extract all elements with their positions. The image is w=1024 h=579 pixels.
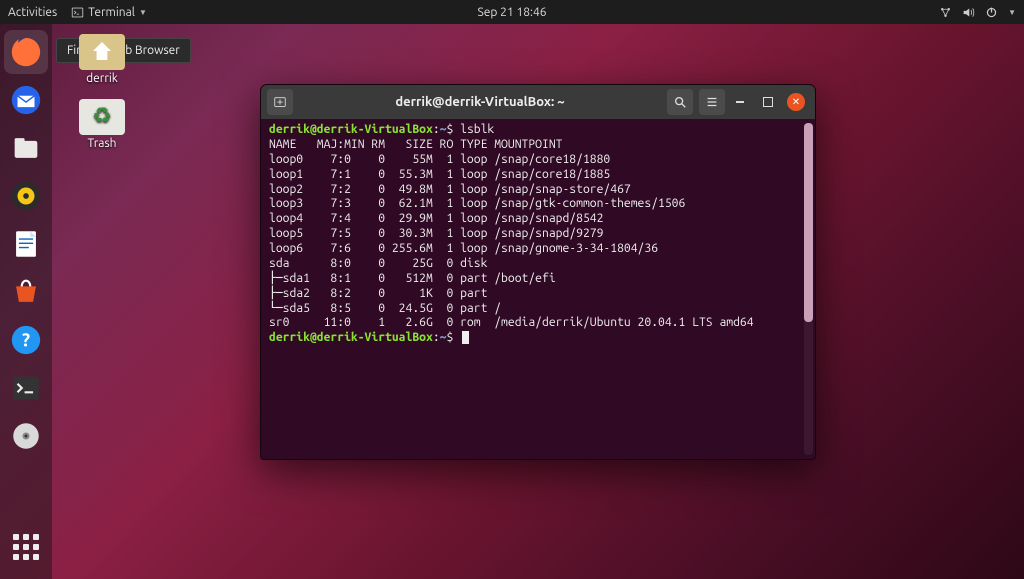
prompt-user: derrik@derrik-VirtualBox bbox=[269, 123, 433, 136]
prompt-sep: : bbox=[433, 123, 440, 136]
dock: ? bbox=[0, 24, 52, 579]
prompt-sep: : bbox=[433, 331, 440, 344]
scrollbar[interactable] bbox=[804, 123, 813, 455]
libreoffice-writer-icon bbox=[9, 227, 43, 261]
clock[interactable]: Sep 21 18:46 bbox=[478, 6, 547, 19]
cursor bbox=[462, 331, 469, 344]
scrollbar-thumb[interactable] bbox=[804, 123, 813, 322]
folder-home-icon bbox=[79, 34, 125, 70]
prompt-end: $ bbox=[446, 123, 453, 136]
disc-icon bbox=[9, 419, 43, 453]
dock-files[interactable] bbox=[4, 126, 48, 170]
dock-disc[interactable] bbox=[4, 414, 48, 458]
menu-button[interactable] bbox=[699, 89, 725, 115]
network-icon bbox=[939, 6, 952, 19]
power-icon bbox=[985, 6, 998, 19]
app-menu-label: Terminal bbox=[88, 6, 135, 19]
dock-writer[interactable] bbox=[4, 222, 48, 266]
top-bar: Activities Terminal ▼ Sep 21 18:46 ▼ bbox=[0, 0, 1024, 24]
terminal-body[interactable]: derrik@derrik-VirtualBox:~$ lsblk NAME M… bbox=[261, 119, 815, 459]
desktop-icons: derrik Trash bbox=[70, 34, 134, 150]
volume-icon bbox=[962, 6, 975, 19]
dock-rhythmbox[interactable] bbox=[4, 174, 48, 218]
ubuntu-software-icon bbox=[9, 275, 43, 309]
terminal-icon bbox=[9, 371, 43, 405]
desktop-trash[interactable]: Trash bbox=[70, 99, 134, 150]
lsblk-rows: loop0 7:0 0 55M 1 loop /snap/core18/1880… bbox=[269, 153, 754, 330]
rhythmbox-icon bbox=[9, 179, 43, 213]
svg-text:?: ? bbox=[22, 330, 30, 350]
dock-help[interactable]: ? bbox=[4, 318, 48, 362]
show-applications[interactable] bbox=[4, 525, 48, 569]
lsblk-header: NAME MAJ:MIN RM SIZE RO TYPE MOUNTPOINT bbox=[269, 138, 562, 151]
system-tray[interactable]: ▼ bbox=[939, 6, 1016, 19]
trash-icon bbox=[79, 99, 125, 135]
search-icon bbox=[673, 95, 687, 109]
prompt-end: $ bbox=[446, 331, 453, 344]
maximize-button[interactable] bbox=[759, 93, 777, 111]
new-tab-icon bbox=[273, 95, 287, 109]
new-tab-button[interactable] bbox=[267, 89, 293, 115]
thunderbird-icon bbox=[9, 83, 43, 117]
help-icon: ? bbox=[9, 323, 43, 357]
minimize-button[interactable] bbox=[731, 93, 749, 111]
files-icon bbox=[9, 131, 43, 165]
window-title: derrik@derrik-VirtualBox: ~ bbox=[299, 95, 661, 109]
terminal-window: derrik@derrik-VirtualBox: ~ derrik@derri… bbox=[260, 84, 816, 460]
command-text: lsblk bbox=[460, 123, 494, 136]
titlebar[interactable]: derrik@derrik-VirtualBox: ~ bbox=[261, 85, 815, 119]
app-menu[interactable]: Terminal ▼ bbox=[71, 6, 147, 19]
search-button[interactable] bbox=[667, 89, 693, 115]
dock-terminal[interactable] bbox=[4, 366, 48, 410]
activities-button[interactable]: Activities bbox=[8, 6, 57, 19]
firefox-icon bbox=[9, 35, 43, 69]
hamburger-icon bbox=[705, 95, 719, 109]
prompt-user: derrik@derrik-VirtualBox bbox=[269, 331, 433, 344]
desktop-trash-label: Trash bbox=[87, 137, 116, 150]
chevron-down-icon: ▼ bbox=[139, 8, 147, 17]
close-button[interactable] bbox=[787, 93, 805, 111]
desktop-home-label: derrik bbox=[86, 72, 118, 85]
terminal-icon bbox=[71, 6, 84, 19]
apps-grid-icon bbox=[13, 534, 39, 560]
dock-software[interactable] bbox=[4, 270, 48, 314]
dock-thunderbird[interactable] bbox=[4, 78, 48, 122]
dock-firefox[interactable] bbox=[4, 30, 48, 74]
chevron-down-icon: ▼ bbox=[1008, 8, 1016, 17]
desktop-home-folder[interactable]: derrik bbox=[70, 34, 134, 85]
